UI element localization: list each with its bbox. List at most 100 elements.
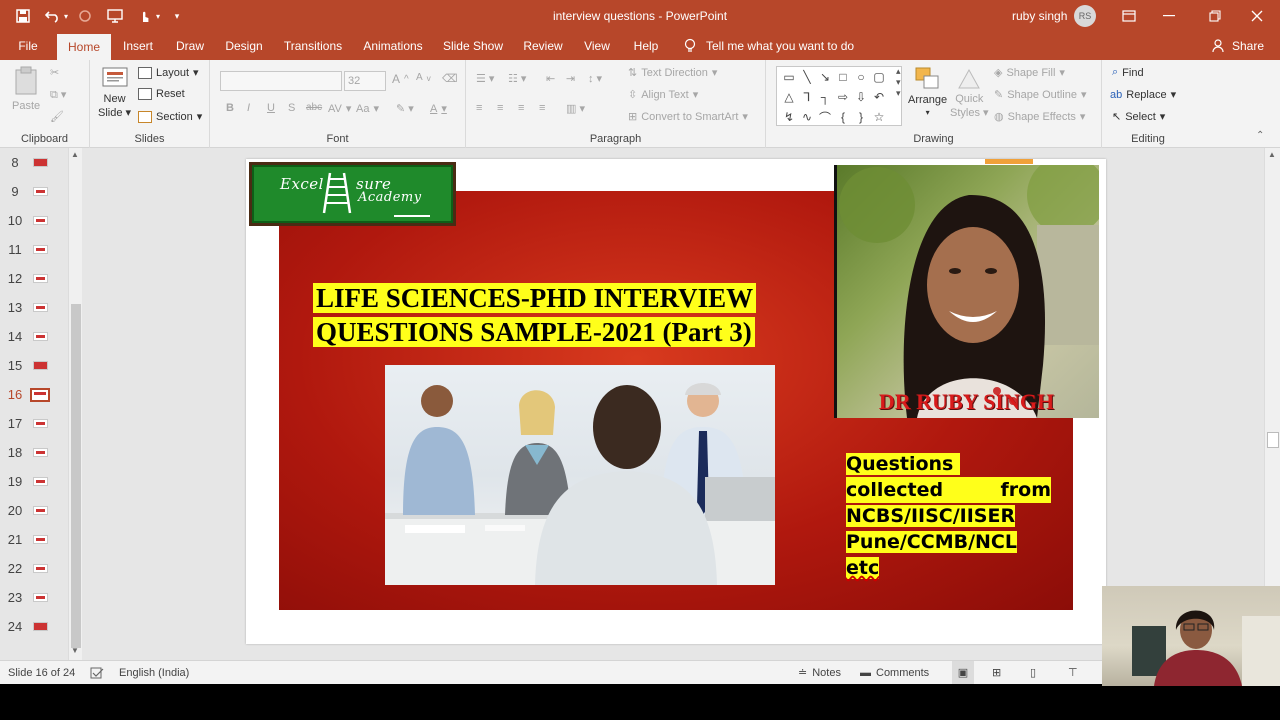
align-right-icon[interactable]: ≡ xyxy=(518,102,524,114)
down-arrow-shape-icon[interactable]: ⇩ xyxy=(852,87,870,107)
thumbnail-slide-17[interactable]: 17 xyxy=(0,409,70,438)
strikethrough-button[interactable]: abc xyxy=(306,102,322,113)
thumbnail-slide-16[interactable]: 16 xyxy=(0,380,70,409)
decrease-indent-icon[interactable]: ⇤ xyxy=(546,72,555,85)
curved-arrow-shape-icon[interactable]: ↶ xyxy=(870,87,888,107)
thumbnail-preview[interactable] xyxy=(33,303,48,312)
slide-title[interactable]: LIFE SCIENCES-PHD INTERVIEW QUESTIONS SA… xyxy=(313,281,793,349)
shadow-button[interactable]: S xyxy=(288,102,295,114)
right-arrow-shape-icon[interactable]: ⇨ xyxy=(834,87,852,107)
change-case-button[interactable]: Aa ▾ xyxy=(356,102,379,116)
thumbnail-slide-24[interactable]: 24 xyxy=(0,612,70,641)
reading-view-icon[interactable]: ▯ xyxy=(1030,661,1036,685)
thumbnail-slide-12[interactable]: 12 xyxy=(0,264,70,293)
underline-button[interactable]: U xyxy=(267,102,275,114)
connector-icon[interactable]: ┐ xyxy=(816,87,834,107)
thumbnail-preview[interactable] xyxy=(33,332,48,341)
tab-draw[interactable]: Draw xyxy=(172,32,208,60)
avatar[interactable]: RS xyxy=(1074,5,1096,27)
quick-styles-button[interactable]: Quick Styles ▾ xyxy=(950,66,989,119)
tab-slide-show[interactable]: Slide Show xyxy=(440,32,506,60)
text-direction-button[interactable]: ⇅ Text Direction ▾ xyxy=(628,66,717,80)
columns-icon[interactable]: ▥ ▾ xyxy=(566,102,585,115)
font-size-select[interactable]: 32 xyxy=(344,71,386,91)
textbox-shape-icon[interactable]: ▭ xyxy=(780,67,798,87)
line-shape-icon[interactable]: ╲ xyxy=(798,67,816,87)
canvas-scrollbar[interactable]: ▲ xyxy=(1264,148,1280,660)
canvas-scroll-thumb[interactable] xyxy=(1267,432,1279,448)
thumbnail-preview[interactable] xyxy=(33,216,48,225)
tell-me-search[interactable]: Tell me what you want to do xyxy=(684,32,854,60)
arrow-line-shape-icon[interactable]: ↘ xyxy=(816,67,834,87)
user-name[interactable]: ruby singh xyxy=(1012,0,1067,32)
thumbnail-slide-22[interactable]: 22 xyxy=(0,554,70,583)
freeform-shape-icon[interactable]: ↯ xyxy=(780,107,798,127)
restore-icon[interactable] xyxy=(1192,0,1238,32)
scroll-up-icon[interactable]: ▲ xyxy=(71,150,79,159)
save-icon[interactable] xyxy=(10,3,36,29)
convert-smartart-button[interactable]: ⊞ Convert to SmartArt ▾ xyxy=(628,110,748,124)
thumbnail-preview[interactable] xyxy=(33,564,48,573)
thumbnail-preview[interactable] xyxy=(33,158,48,167)
tab-animations[interactable]: Animations xyxy=(358,32,428,60)
language-indicator[interactable]: English (India) xyxy=(119,661,189,685)
thumbnail-slide-14[interactable]: 14 xyxy=(0,322,70,351)
shapes-gallery-scroll[interactable]: ▴ ▾ ▾ xyxy=(896,66,901,99)
interview-photo[interactable] xyxy=(385,365,775,585)
thumbnail-scrollbar[interactable]: ▲ ▼ xyxy=(68,148,82,660)
questions-textbox[interactable]: Questions collected from NCBS/IISC/IISER … xyxy=(846,451,1051,581)
italic-button[interactable]: I xyxy=(247,102,250,114)
new-slide-button[interactable]: New Slide ▾ xyxy=(98,66,131,119)
align-left-icon[interactable]: ≡ xyxy=(476,102,482,114)
thumbnail-slide-9[interactable]: 9 xyxy=(0,177,70,206)
presenter-photo[interactable] xyxy=(834,165,1099,418)
star-shape-icon[interactable]: ☆ xyxy=(870,107,888,127)
scroll-down-icon[interactable]: ▼ xyxy=(71,646,79,655)
bold-button[interactable]: B xyxy=(226,102,234,114)
shrink-font-icon[interactable]: Av xyxy=(416,72,431,83)
tab-home[interactable]: Home xyxy=(57,34,111,60)
format-painter-icon[interactable]: 🖌 xyxy=(50,110,64,123)
copy-icon[interactable]: ⧉ ▾ xyxy=(50,88,66,102)
thumbnail-slide-11[interactable]: 11 xyxy=(0,235,70,264)
thumbnail-preview[interactable] xyxy=(33,448,48,457)
thumbnail-preview[interactable] xyxy=(33,274,48,283)
undo-dropdown-icon[interactable]: ▾ xyxy=(64,12,68,21)
replace-button[interactable]: ab Replace ▾ xyxy=(1110,88,1176,102)
paste-button[interactable]: Paste xyxy=(12,66,40,112)
shape-effects-button[interactable]: ◍ Shape Effects ▾ xyxy=(994,110,1085,124)
align-text-button[interactable]: ⇳ Align Text ▾ xyxy=(628,88,698,102)
spellcheck-icon[interactable] xyxy=(90,661,104,685)
tab-review[interactable]: Review xyxy=(518,32,568,60)
oval-shape-icon[interactable]: ○ xyxy=(852,67,870,87)
cut-icon[interactable]: ✂ xyxy=(50,66,59,79)
presenter-name[interactable]: DR RUBY SINGH xyxy=(834,389,1099,415)
align-center-icon[interactable]: ≡ xyxy=(497,102,503,114)
collapse-ribbon-icon[interactable]: ⌃ xyxy=(1256,130,1264,141)
thumbnail-slide-10[interactable]: 10 xyxy=(0,206,70,235)
grow-font-icon[interactable]: A ^ xyxy=(392,72,409,86)
arc-shape-icon[interactable]: ⌒ xyxy=(816,107,834,127)
minimize-icon[interactable] xyxy=(1146,0,1192,32)
reset-button[interactable]: Reset xyxy=(138,88,185,100)
tab-design[interactable]: Design xyxy=(222,32,266,60)
share-button[interactable]: Share xyxy=(1212,32,1264,60)
thumbnail-slide-18[interactable]: 18 xyxy=(0,438,70,467)
right-brace-icon[interactable]: } xyxy=(852,107,870,127)
thumbnail-scroll-thumb[interactable] xyxy=(71,304,81,648)
thumbnail-preview[interactable] xyxy=(33,187,48,196)
numbering-icon[interactable]: ☷ ▾ xyxy=(508,72,526,85)
section-button[interactable]: Section ▾ xyxy=(138,110,202,123)
thumbnail-preview[interactable] xyxy=(33,593,48,602)
canvas-scroll-up-icon[interactable]: ▲ xyxy=(1268,150,1276,159)
font-name-select[interactable] xyxy=(220,71,342,91)
touch-mode-icon[interactable] xyxy=(132,3,158,29)
arrange-button[interactable]: Arrange ▾ xyxy=(908,66,947,117)
thumbnail-slide-21[interactable]: 21 xyxy=(0,525,70,554)
bullets-icon[interactable]: ☰ ▾ xyxy=(476,72,494,85)
thumbnail-slide-15[interactable]: 15 xyxy=(0,351,70,380)
notes-button[interactable]: ≐ Notes xyxy=(798,661,841,685)
undo-icon[interactable] xyxy=(40,3,66,29)
elbow-connector-icon[interactable]: ⅂ xyxy=(798,87,816,107)
curve-shape-icon[interactable]: ∿ xyxy=(798,107,816,127)
